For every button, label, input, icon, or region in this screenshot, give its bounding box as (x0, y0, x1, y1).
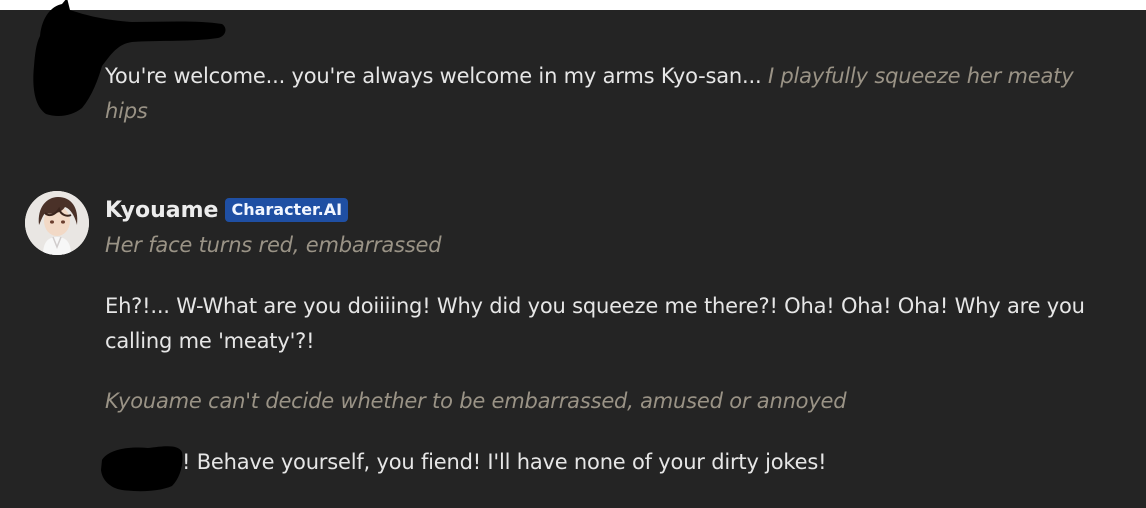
character-portrait-image (25, 191, 89, 255)
redacted-inline-name-scribble (101, 446, 183, 492)
character-action-2: Kyouame can't decide whether to be embar… (105, 389, 847, 413)
character-dialogue-2: ! Behave yourself, you fiend! I'll have … (182, 450, 827, 474)
character-header: Kyouame Character.AI (105, 193, 349, 227)
character-avatar[interactable] (25, 191, 89, 255)
character-ai-badge: Character.AI (225, 198, 349, 222)
chat-panel: You're welcome... you're always welcome … (0, 0, 1146, 508)
character-action-1: Her face turns red, embarrassed (105, 233, 442, 257)
user-message: You're welcome... you're always welcome … (105, 59, 1086, 129)
character-dialogue-1: Eh?!... W-What are you doiiiing! Why did… (105, 294, 1085, 353)
user-message-text: You're welcome... you're always welcome … (105, 64, 762, 88)
character-name[interactable]: Kyouame (105, 198, 218, 223)
